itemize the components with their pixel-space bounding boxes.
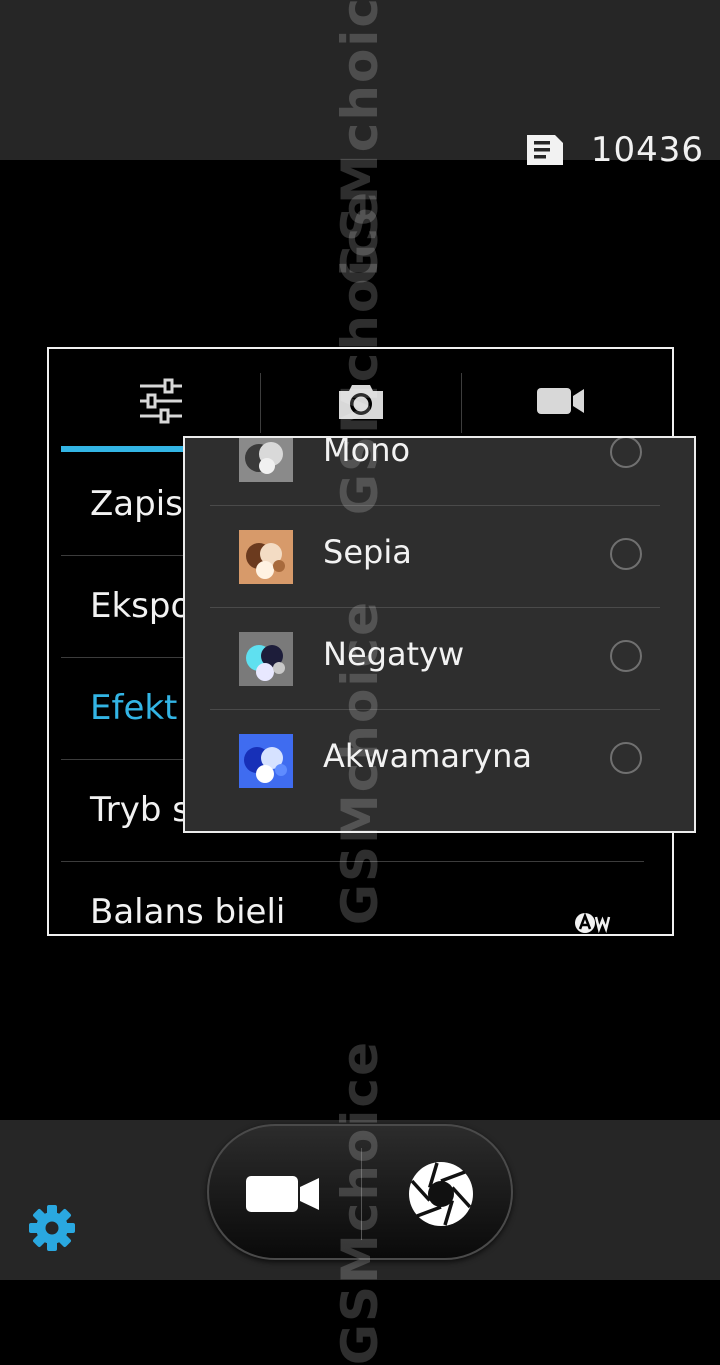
camera-icon xyxy=(339,385,383,419)
storage-indicator: 10436 xyxy=(525,128,704,172)
radio-button[interactable] xyxy=(610,538,642,570)
auto-white-balance-icon xyxy=(575,912,611,934)
top-bar: 10436 xyxy=(0,0,720,170)
effect-label: Mono xyxy=(323,436,411,469)
radio-button[interactable] xyxy=(610,640,642,672)
effect-option-sepia[interactable]: Sepia xyxy=(210,506,660,608)
negative-thumbnail xyxy=(239,632,293,686)
mono-thumbnail xyxy=(239,438,293,482)
effect-option-negative[interactable]: Negatyw xyxy=(210,608,660,710)
effect-label: Akwamaryna xyxy=(323,737,532,775)
effect-label: Negatyw xyxy=(323,635,465,673)
sd-card-icon xyxy=(526,135,563,165)
effect-option-aqua[interactable]: Akwamaryna xyxy=(210,710,660,811)
color-effect-popup: Mono Sepia Negatyw Akwamaryna xyxy=(183,436,696,833)
radio-button[interactable] xyxy=(610,438,642,468)
aqua-thumbnail xyxy=(239,734,293,788)
bottom-control-bar xyxy=(0,1120,720,1280)
capture-mode-switcher xyxy=(207,1124,513,1260)
sliders-icon xyxy=(140,378,182,424)
video-camera-icon xyxy=(537,388,584,414)
sepia-thumbnail xyxy=(239,530,293,584)
mode-divider xyxy=(361,1148,362,1240)
setting-row-white-balance[interactable]: Balans bieli xyxy=(61,861,644,934)
setting-label: Balans bieli xyxy=(90,892,286,932)
shutter-icon[interactable] xyxy=(407,1160,475,1228)
setting-label: Zapis xyxy=(90,484,183,524)
gear-icon[interactable] xyxy=(27,1203,77,1253)
setting-label: Tryb s xyxy=(90,790,190,830)
video-record-button[interactable] xyxy=(245,1172,321,1216)
setting-label: Ekspo xyxy=(90,586,192,626)
radio-button[interactable] xyxy=(610,742,642,774)
remaining-shots-count: 10436 xyxy=(590,130,704,170)
effect-label: Sepia xyxy=(323,533,412,571)
effect-option-mono[interactable]: Mono xyxy=(210,436,660,506)
